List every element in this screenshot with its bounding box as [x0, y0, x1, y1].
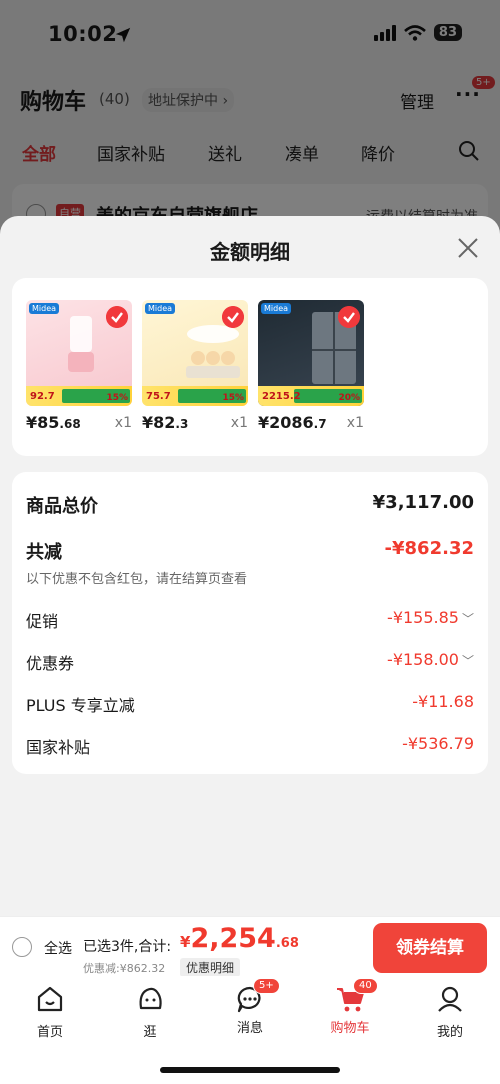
- tab-cart[interactable]: 40 购物车: [310, 978, 390, 1036]
- home-indicator: [160, 1067, 340, 1073]
- national-subsidy-value: -¥536.79: [402, 734, 474, 753]
- total-discount-row: 共减 -¥862.32: [26, 538, 474, 564]
- plus-discount-value: -¥11.68: [412, 692, 474, 711]
- selected-products-card: Midea 92.7 15% ¥85.68 x1 Midea 75.7 15% …: [12, 278, 488, 456]
- tab-messages[interactable]: 5+ 消息: [210, 978, 290, 1036]
- selected-check-icon: [338, 306, 360, 328]
- national-subsidy-row: 国家补贴 -¥536.79: [26, 734, 474, 757]
- subtotal-row: 商品总价 ¥3,117.00: [26, 492, 474, 518]
- product-item[interactable]: Midea 75.7 15% ¥82.3 x1: [142, 300, 248, 432]
- product-qty: x1: [346, 415, 364, 431]
- product-item[interactable]: Midea 92.7 15% ¥85.68 x1: [26, 300, 132, 432]
- sheet-title: 金额明细: [210, 240, 290, 264]
- discount-note: 以下优惠不包含红包，请在结算页查看: [26, 572, 248, 587]
- product-price: ¥2086.7: [258, 413, 327, 432]
- subtotal-label: 商品总价: [26, 496, 98, 517]
- chevron-down-icon: ﹀: [461, 612, 474, 626]
- selected-summary: 已选3件,合计:: [83, 939, 172, 955]
- product-price: ¥85.68: [26, 413, 81, 432]
- national-subsidy-label: 国家补贴: [26, 738, 91, 757]
- amount-detail-sheet: 金额明细 Midea 92.7 15% ¥85.68 x1 Midea 75.7…: [0, 216, 500, 916]
- product-qty: x1: [114, 415, 132, 431]
- selected-check-icon: [222, 306, 244, 328]
- tab-explore[interactable]: 逛: [110, 984, 190, 1040]
- egg-steamer-product-image: Midea 75.7 15%: [142, 300, 248, 406]
- select-all-checkbox[interactable]: [12, 937, 32, 957]
- plus-discount-label: PLUS 专享立减: [26, 696, 135, 715]
- product-qty: x1: [230, 415, 248, 431]
- promo-value: -¥155.85: [387, 608, 459, 627]
- home-icon: [37, 986, 63, 1012]
- refrigerator-product-image: Midea 2215.2 20%: [258, 300, 364, 406]
- profile-icon: [438, 986, 462, 1012]
- product-price: ¥82.3: [142, 413, 189, 432]
- chevron-down-icon: ﹀: [461, 654, 474, 668]
- checkout-bar: 全选 已选3件,合计: ¥2,254.68 优惠减:¥862.32 优惠明细 领…: [0, 916, 500, 977]
- saved-amount: 优惠减:¥862.32: [83, 962, 166, 975]
- message-badge: 5+: [253, 978, 280, 994]
- product-item[interactable]: Midea 2215.2 20% ¥2086.7 x1: [258, 300, 364, 432]
- plus-discount-row: PLUS 专享立减 -¥11.68: [26, 692, 474, 715]
- promo-row[interactable]: 促销 -¥155.85 ﹀: [26, 608, 474, 631]
- explore-icon: [139, 987, 162, 1010]
- cart-badge: 40: [353, 978, 378, 994]
- bottom-tab-bar: 首页 逛 5+ 消息 40 购物车 我的: [0, 976, 500, 1084]
- coupon-value: -¥158.00: [387, 650, 459, 669]
- close-icon[interactable]: [456, 236, 480, 260]
- selected-check-icon: [106, 306, 128, 328]
- subtotal-value: ¥3,117.00: [372, 492, 474, 513]
- amount-detail-card: 商品总价 ¥3,117.00 共减 -¥862.32 以下优惠不包含红包，请在结…: [12, 472, 488, 774]
- total-price: ¥2,254.68: [180, 923, 299, 954]
- coupon-row[interactable]: 优惠券 -¥158.00 ﹀: [26, 650, 474, 673]
- tab-home[interactable]: 首页: [10, 984, 90, 1040]
- checkout-button[interactable]: 领券结算: [373, 923, 487, 973]
- blender-product-image: Midea 92.7 15%: [26, 300, 132, 406]
- total-discount-value: -¥862.32: [384, 538, 474, 559]
- promo-label: 促销: [26, 612, 59, 631]
- select-all-label[interactable]: 全选: [44, 938, 72, 958]
- tab-profile[interactable]: 我的: [410, 984, 490, 1040]
- total-discount-label: 共减: [26, 542, 62, 563]
- discount-detail-button[interactable]: 优惠明细: [180, 958, 241, 977]
- coupon-label: 优惠券: [26, 654, 75, 673]
